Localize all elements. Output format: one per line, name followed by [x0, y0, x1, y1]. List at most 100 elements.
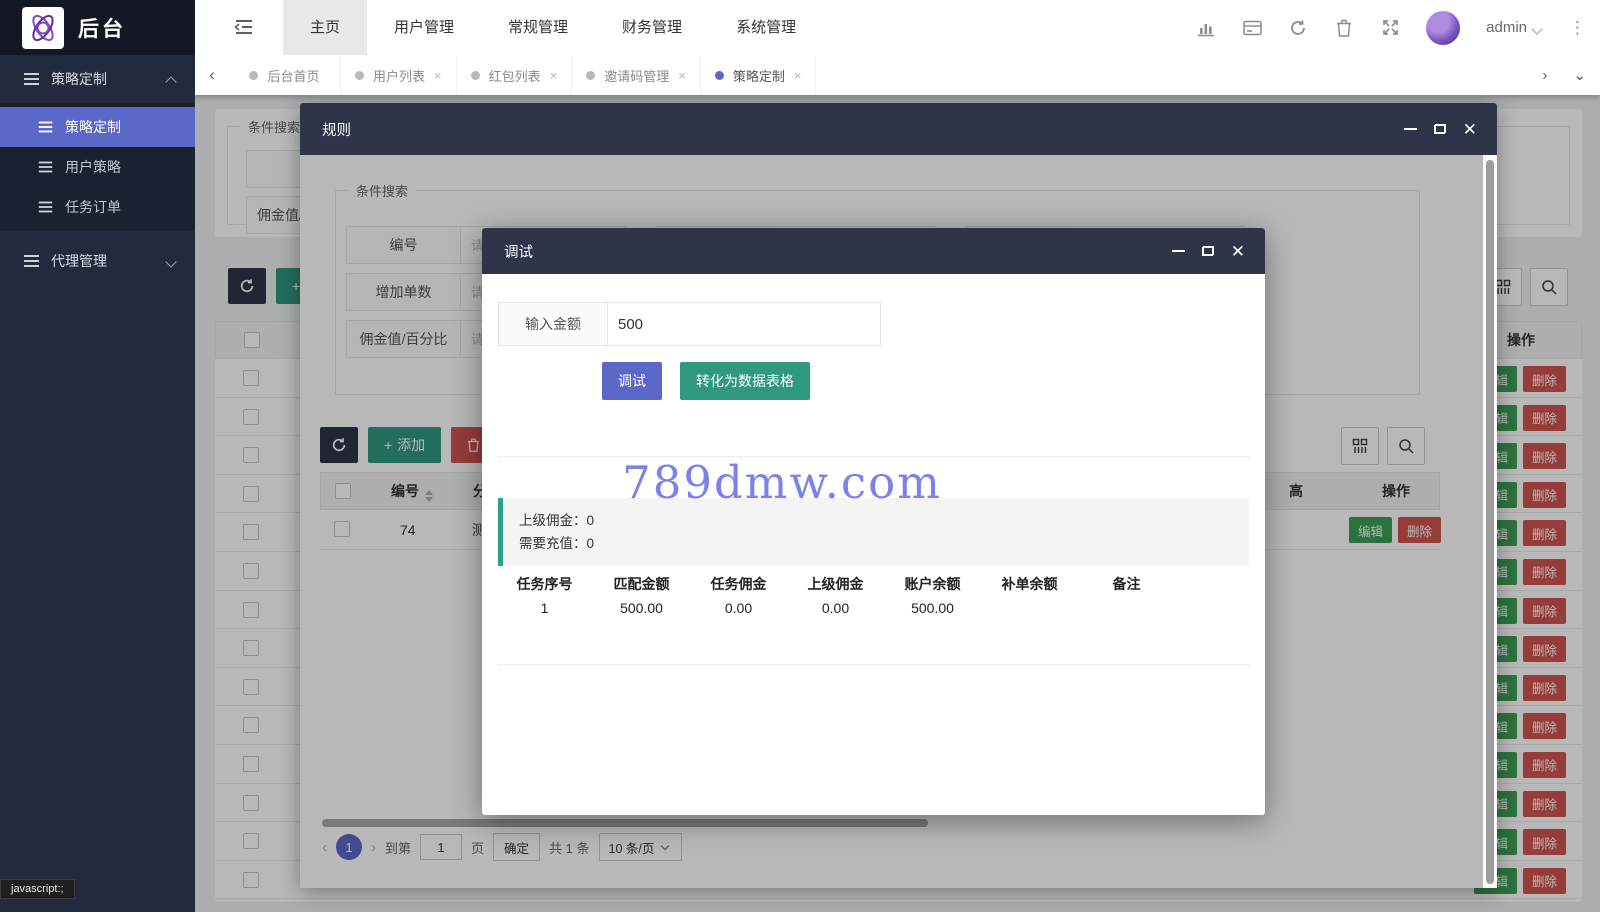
topbar: 主页 用户管理 常规管理 财务管理 系统管理: [195, 0, 1600, 55]
list-icon: [24, 255, 39, 267]
topnav-home[interactable]: 主页: [283, 0, 367, 55]
topnav-general-mgmt[interactable]: 常规管理: [481, 0, 595, 55]
close-icon[interactable]: ✕: [1231, 243, 1245, 260]
sidebar-item-label: 策略定制: [65, 117, 121, 137]
amount-input[interactable]: [608, 302, 881, 346]
tabs-menu-icon[interactable]: ⌄: [1573, 66, 1586, 84]
sidebar: 后台 策略定制 策略定制 用户策略 任务订单 代理管理: [0, 0, 195, 912]
sidebar-item-strategy-custom[interactable]: 策略定制: [0, 107, 195, 147]
convert-to-table-button[interactable]: 转化为数据表格: [680, 362, 810, 400]
result-cell: 500.00: [884, 596, 981, 620]
tab-策略定制[interactable]: 策略定制 ×: [701, 55, 817, 95]
debug-modal: 调试 ✕ 输入金额 调试 转化为数据表格 789dmw.com 上级佣金：0 需…: [482, 228, 1265, 815]
sidebar-item-label: 用户策略: [65, 157, 121, 177]
result-column-header: 上级佣金: [787, 572, 884, 596]
rule-modal-titlebar[interactable]: 规则 ✕: [300, 103, 1497, 155]
chevron-up-icon: [167, 74, 177, 84]
tab-label: 红包列表: [489, 66, 541, 85]
close-icon[interactable]: ✕: [1463, 121, 1477, 138]
content-area: 条件搜索 编号 佣金值/百分比 +添加 删除 操作: [195, 95, 1600, 912]
tab-status-dot: [715, 71, 724, 80]
result-cell: 500.00: [593, 596, 690, 620]
topnav-system-mgmt[interactable]: 系统管理: [709, 0, 823, 55]
tab-用户列表[interactable]: 用户列表 ×: [341, 55, 457, 95]
tab-label: 邀请码管理: [604, 66, 669, 85]
more-menu-icon[interactable]: ⋮: [1569, 21, 1586, 35]
card-icon[interactable]: [1242, 18, 1262, 38]
collapse-sidebar-icon[interactable]: [233, 16, 255, 38]
result-column-header: 匹配金额: [593, 572, 690, 596]
result-column-header: 补单余额: [981, 572, 1078, 596]
result-cell: [981, 596, 1078, 620]
result-table: 任务序号匹配金额任务佣金上级佣金账户余额补单余额备注1500.000.000.0…: [496, 572, 1251, 620]
scrollbar-thumb[interactable]: [1486, 160, 1494, 884]
list-icon: [39, 162, 53, 173]
sidebar-group-label: 代理管理: [51, 251, 107, 271]
username-label: admin: [1486, 19, 1527, 36]
tab-close-icon[interactable]: ×: [434, 68, 442, 83]
minimize-icon[interactable]: [1404, 128, 1417, 130]
sidebar-item-task-order[interactable]: 任务订单: [0, 187, 195, 227]
refresh-icon[interactable]: [1288, 18, 1308, 38]
fullscreen-icon[interactable]: [1380, 18, 1400, 38]
summary-line: 上级佣金：0: [519, 509, 1233, 532]
tab-label: 策略定制: [733, 66, 785, 85]
tabs-scroll-left-icon[interactable]: ‹: [195, 65, 229, 85]
tab-红包列表[interactable]: 红包列表 ×: [457, 55, 573, 95]
summary-line: 需要充值：0: [519, 532, 1233, 555]
app-title: 后台: [78, 13, 126, 43]
tab-后台首页[interactable]: 后台首页: [229, 55, 341, 95]
chevron-down-icon: [167, 256, 177, 266]
sidebar-submenu: 策略定制 用户策略 任务订单: [0, 103, 195, 231]
result-column-header: 任务序号: [496, 572, 593, 596]
tab-label: 用户列表: [373, 66, 425, 85]
result-cell: 0.00: [690, 596, 787, 620]
watermark: 789dmw.com: [562, 456, 1002, 509]
user-menu[interactable]: admin: [1486, 19, 1543, 36]
tab-status-dot: [471, 71, 480, 80]
tab-close-icon[interactable]: ×: [550, 68, 558, 83]
tabs-scroll-right-icon[interactable]: ›: [1542, 67, 1547, 84]
result-column-header: 账户余额: [884, 572, 981, 596]
chart-icon[interactable]: [1196, 18, 1216, 38]
tab-bar: ‹ 后台首页 用户列表 × 红包列表 × 邀请码管理 × 策略定制 × › ⌄: [195, 55, 1600, 95]
debug-modal-titlebar[interactable]: 调试 ✕: [482, 228, 1265, 274]
result-cell: [1078, 596, 1175, 620]
tab-邀请码管理[interactable]: 邀请码管理 ×: [572, 55, 701, 95]
tab-status-dot: [249, 71, 258, 80]
maximize-icon[interactable]: [1202, 246, 1214, 256]
amount-field-group: 输入金额: [498, 302, 881, 346]
debug-modal-title: 调试: [504, 241, 533, 262]
result-column-header: 任务佣金: [690, 572, 787, 596]
result-column-header: 备注: [1078, 572, 1175, 596]
maximize-icon[interactable]: [1434, 124, 1446, 134]
sidebar-item-label: 任务订单: [65, 197, 121, 217]
vertical-scrollbar[interactable]: [1483, 155, 1497, 888]
sidebar-group-agent[interactable]: 代理管理: [0, 237, 195, 285]
topnav-user-mgmt[interactable]: 用户管理: [367, 0, 481, 55]
sidebar-item-user-strategy[interactable]: 用户策略: [0, 147, 195, 187]
top-navigation: 主页 用户管理 常规管理 财务管理 系统管理: [283, 0, 823, 55]
sidebar-group-strategy[interactable]: 策略定制: [0, 55, 195, 103]
minimize-icon[interactable]: [1172, 250, 1185, 252]
app-logo-icon: [22, 7, 64, 49]
list-icon: [24, 73, 39, 85]
list-icon: [39, 122, 53, 133]
tabs: 后台首页 用户列表 × 红包列表 × 邀请码管理 × 策略定制 ×: [229, 55, 816, 95]
chevron-down-icon: [1533, 23, 1543, 33]
result-cell: 1: [496, 596, 593, 620]
tab-status-dot: [355, 71, 364, 80]
avatar[interactable]: [1426, 11, 1460, 45]
sidebar-group-label: 策略定制: [51, 69, 107, 89]
tab-close-icon[interactable]: ×: [794, 68, 802, 83]
tab-status-dot: [586, 71, 595, 80]
trash-icon[interactable]: [1334, 18, 1354, 38]
tab-close-icon[interactable]: ×: [678, 68, 686, 83]
rule-modal-title: 规则: [322, 119, 351, 140]
debug-run-button[interactable]: 调试: [602, 362, 662, 400]
divider: [498, 664, 1249, 665]
tab-label: 后台首页: [267, 66, 319, 85]
logo-bar: 后台: [0, 0, 195, 55]
amount-label: 输入金额: [498, 302, 608, 346]
topnav-finance-mgmt[interactable]: 财务管理: [595, 0, 709, 55]
